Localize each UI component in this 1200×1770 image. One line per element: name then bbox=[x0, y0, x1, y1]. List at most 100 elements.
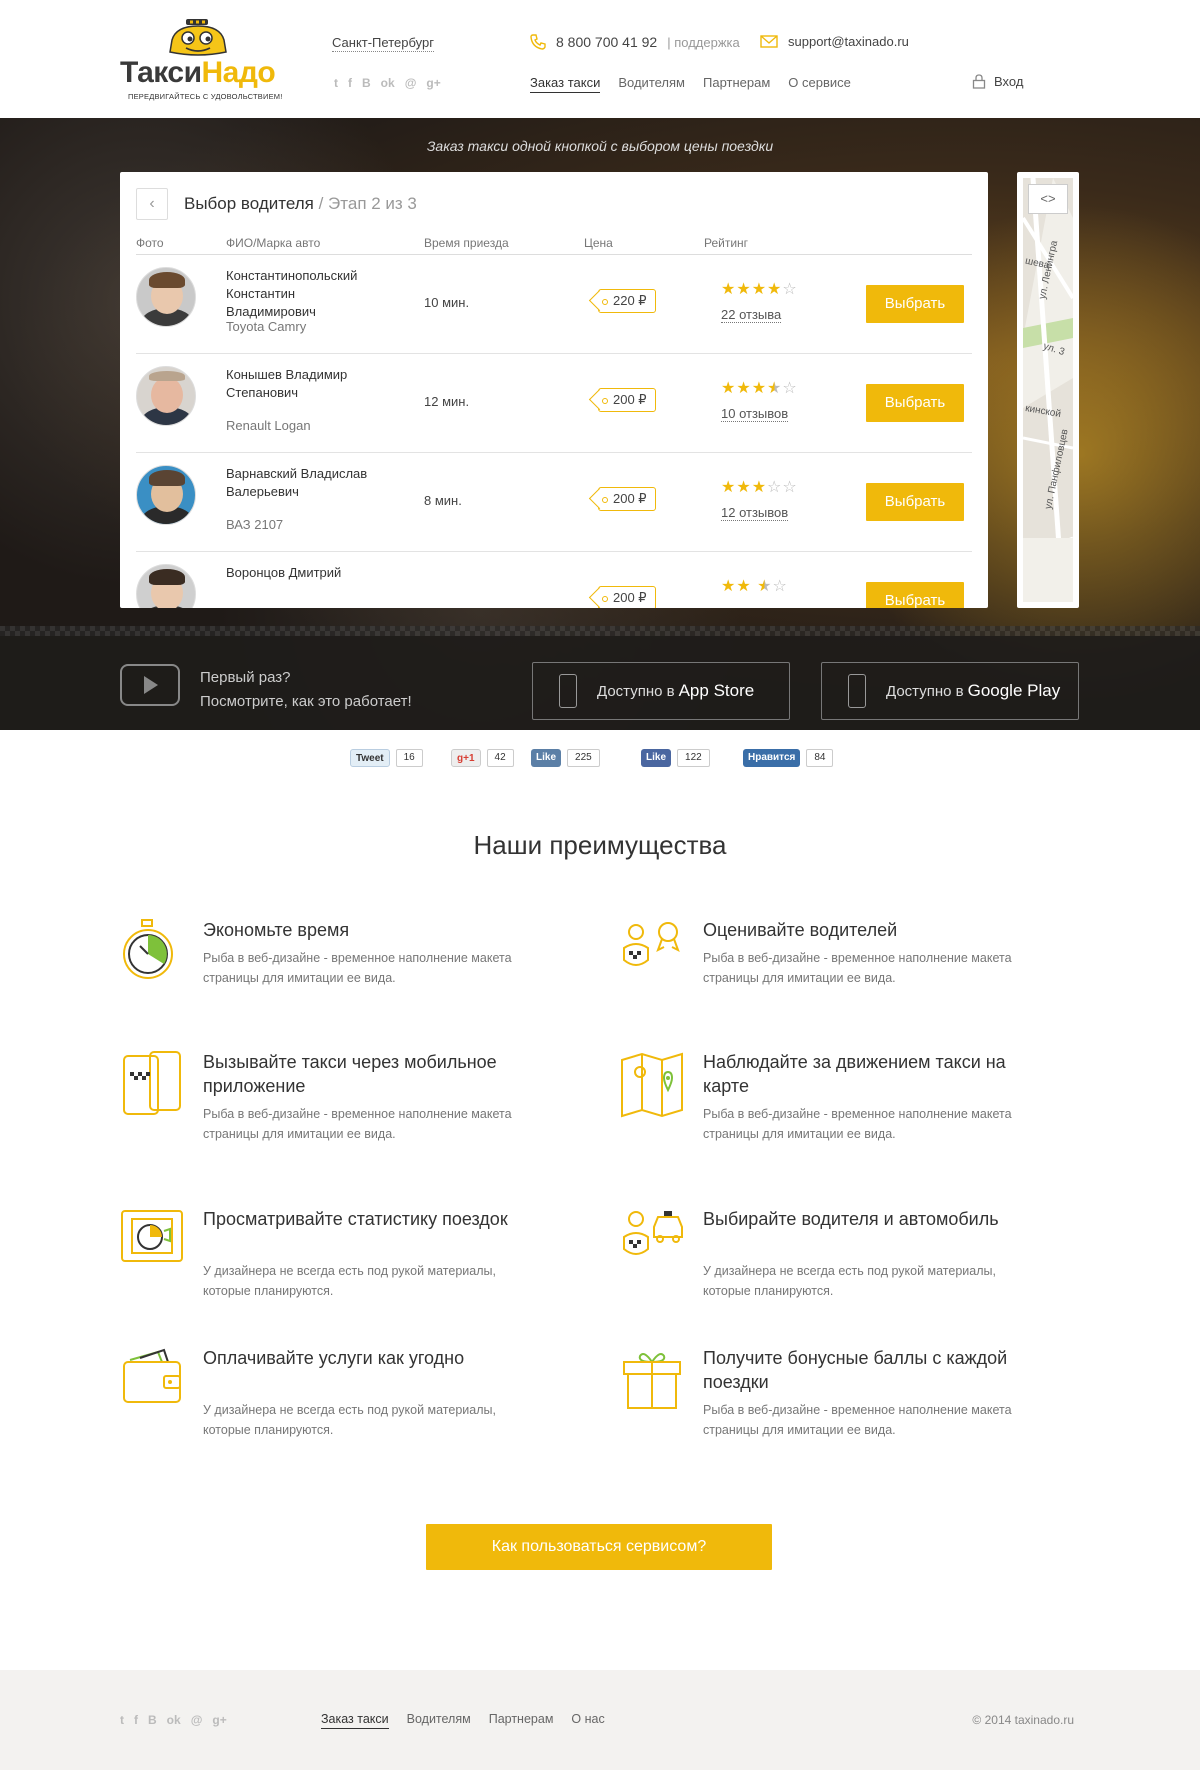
column-header-time: Время приезда bbox=[424, 236, 509, 250]
reviews-link[interactable]: 10 отзывов bbox=[721, 406, 789, 422]
odnoklassniki-icon[interactable]: ok bbox=[381, 76, 395, 90]
select-driver-button[interactable]: Выбрать bbox=[866, 384, 964, 422]
column-header-photo: Фото bbox=[136, 236, 164, 250]
logo[interactable]: ТаксиНадо ПЕРЕДВИГАЙТЕСЬ С УДОВОЛЬСТВИЕМ… bbox=[120, 18, 302, 108]
map-expand-button[interactable]: <> bbox=[1028, 184, 1068, 214]
promo-text: Первый раз? Посмотрите, как это работает… bbox=[200, 666, 412, 714]
share-twitter[interactable]: Tweet 16 bbox=[350, 748, 423, 768]
stats-chart-icon bbox=[121, 1210, 183, 1262]
checker-stripe bbox=[0, 626, 1200, 636]
vk-icon[interactable]: B bbox=[148, 1713, 157, 1727]
price-tag: 200 ₽ bbox=[598, 487, 656, 511]
hero-section: Заказ такси одной кнопкой с выбором цены… bbox=[0, 118, 1200, 730]
clock-icon bbox=[123, 919, 173, 979]
facebook-icon[interactable]: f bbox=[134, 1713, 138, 1727]
share-mailru[interactable]: Нравится 84 bbox=[743, 748, 834, 768]
mailru-icon[interactable]: @ bbox=[405, 76, 417, 90]
share-count: 122 bbox=[677, 749, 710, 767]
facebook-share-button[interactable]: Like bbox=[641, 749, 672, 767]
main-nav: Заказ такси Водителям Партнерам О сервис… bbox=[530, 75, 851, 93]
email-link[interactable]: support@taxinado.ru bbox=[788, 34, 909, 49]
column-header-price: Цена bbox=[584, 236, 613, 250]
smartphone-icon bbox=[123, 1051, 181, 1115]
hero-tagline: Заказ такси одной кнопкой с выбором цены… bbox=[426, 138, 774, 154]
footer-nav-order-taxi[interactable]: Заказ такси bbox=[321, 1712, 389, 1729]
mailru-icon[interactable]: @ bbox=[191, 1713, 203, 1727]
facebook-icon[interactable]: f bbox=[348, 76, 352, 90]
login-label: Вход bbox=[994, 74, 1024, 89]
feature-save-time: Экономьте время Рыба в веб-дизайне - вре… bbox=[120, 918, 520, 1008]
driver-car: Toyota Camry bbox=[226, 319, 307, 334]
reviews-link[interactable]: 22 отзыва bbox=[721, 307, 782, 323]
feature-text: У дизайнера не всегда есть под рукой мат… bbox=[703, 1264, 996, 1298]
feature-text: Рыба в веб-дизайне - временное наполнени… bbox=[203, 1107, 512, 1141]
driver-avatar bbox=[136, 465, 196, 525]
nav-item-drivers[interactable]: Водителям bbox=[618, 75, 685, 93]
driver-avatar bbox=[136, 564, 196, 608]
driver-row: Конышев Владимир Степанович Renault Loga… bbox=[136, 354, 972, 453]
price-tag: 200 ₽ bbox=[598, 586, 656, 608]
feature-title: Вызывайте такси через мобильное приложен… bbox=[203, 1052, 497, 1096]
price-tag: 220 ₽ bbox=[598, 289, 656, 313]
logo-wordmark: ТаксиНадо bbox=[120, 56, 276, 89]
feature-title: Получите бонусные баллы с каждой поездки bbox=[703, 1348, 1008, 1392]
promo-bar: Первый раз? Посмотрите, как это работает… bbox=[0, 636, 1200, 730]
driver-car: ВАЗ 2107 bbox=[226, 517, 284, 532]
driver-row: Воронцов Дмитрий 200 ₽ ★★ ★☆ Выбрать bbox=[136, 552, 972, 608]
twitter-icon[interactable]: t bbox=[120, 1713, 124, 1727]
header-socials: t f B ok @ g+ bbox=[334, 76, 441, 90]
how-to-use-button[interactable]: Как пользоваться сервисом? bbox=[426, 1524, 772, 1570]
select-driver-button[interactable]: Выбрать bbox=[866, 483, 964, 521]
feature-rate-drivers: Оценивайте водителей Рыба в веб-дизайне … bbox=[620, 918, 1020, 1008]
googleplus-share-button[interactable]: g+1 bbox=[451, 749, 481, 767]
feature-choose-driver-car: Выбирайте водителя и автомобиль У дизайн… bbox=[620, 1207, 1020, 1307]
nav-item-partners[interactable]: Партнерам bbox=[703, 75, 770, 93]
share-googleplus[interactable]: g+1 42 bbox=[451, 748, 514, 768]
feature-text: У дизайнера не всегда есть под рукой мат… bbox=[203, 1264, 496, 1298]
feature-text: Рыба в веб-дизайне - временное наполнени… bbox=[703, 951, 1012, 985]
googleplus-icon[interactable]: g+ bbox=[426, 76, 440, 90]
step-indicator: / Этап 2 из 3 bbox=[313, 194, 417, 213]
nav-item-order-taxi[interactable]: Заказ такси bbox=[530, 75, 601, 93]
feature-title: Выбирайте водителя и автомобиль bbox=[703, 1209, 999, 1229]
column-header-rating: Рейтинг bbox=[704, 236, 749, 250]
vk-icon[interactable]: B bbox=[362, 76, 371, 90]
twitter-icon[interactable]: t bbox=[334, 76, 338, 90]
footer-nav-drivers[interactable]: Водителям bbox=[407, 1712, 471, 1729]
driver-row: Константинопольский Константин Владимиро… bbox=[136, 255, 972, 354]
feature-title: Оценивайте водителей bbox=[703, 920, 898, 940]
footer-nav-partners[interactable]: Партнерам bbox=[489, 1712, 554, 1729]
vk-share-button[interactable]: Like bbox=[531, 749, 562, 767]
googleplus-icon[interactable]: g+ bbox=[212, 1713, 226, 1727]
feature-title: Просматривайте статистику поездок bbox=[203, 1209, 508, 1229]
reviews-link[interactable]: 12 отзывов bbox=[721, 505, 789, 521]
promo-line-2[interactable]: Посмотрите, как это работает! bbox=[200, 690, 412, 714]
share-count: 84 bbox=[806, 749, 834, 767]
google-play-button[interactable]: Доступно в Google Play bbox=[821, 662, 1079, 720]
phone-label: | поддержка bbox=[667, 34, 740, 50]
app-store-button[interactable]: Доступно в App Store bbox=[532, 662, 790, 720]
share-facebook[interactable]: Like 122 bbox=[641, 748, 710, 768]
taxi-mascot-icon bbox=[169, 19, 227, 56]
odnoklassniki-icon[interactable]: ok bbox=[167, 1713, 181, 1727]
feature-text: Рыба в веб-дизайне - временное наполнени… bbox=[703, 1403, 1012, 1437]
rating-stars: ★★★★☆ bbox=[721, 380, 798, 397]
play-video-icon[interactable] bbox=[120, 664, 180, 706]
column-header-name: ФИО/Марка авто bbox=[226, 236, 321, 250]
map-canvas[interactable]: шева ул. Ленингра ул. 3 кинской ул. Панф… bbox=[1023, 178, 1073, 602]
footer-nav-about[interactable]: О нас bbox=[571, 1712, 604, 1729]
back-button[interactable]: ‹ bbox=[136, 188, 168, 220]
mailru-share-button[interactable]: Нравится bbox=[743, 749, 801, 767]
share-vk[interactable]: Like 225 bbox=[531, 748, 600, 768]
phone-number[interactable]: 8 800 700 41 92 bbox=[556, 34, 657, 50]
select-driver-button[interactable]: Выбрать bbox=[866, 285, 964, 323]
map-widget[interactable]: шева ул. Ленингра ул. 3 кинской ул. Панф… bbox=[1017, 172, 1079, 608]
feature-title: Оплачивайте услуги как угодно bbox=[203, 1348, 465, 1368]
twitter-share-button[interactable]: Tweet bbox=[350, 749, 390, 767]
login-link[interactable]: Вход bbox=[972, 74, 1023, 89]
site-footer: t f B ok @ g+ Заказ такси Водителям Парт… bbox=[0, 1670, 1200, 1770]
nav-item-about[interactable]: О сервисе bbox=[788, 75, 851, 93]
select-driver-button[interactable]: Выбрать bbox=[866, 582, 964, 608]
city-selector[interactable]: Санкт-Петербург bbox=[332, 35, 434, 52]
feature-text: Рыба в веб-дизайне - временное наполнени… bbox=[203, 951, 512, 985]
